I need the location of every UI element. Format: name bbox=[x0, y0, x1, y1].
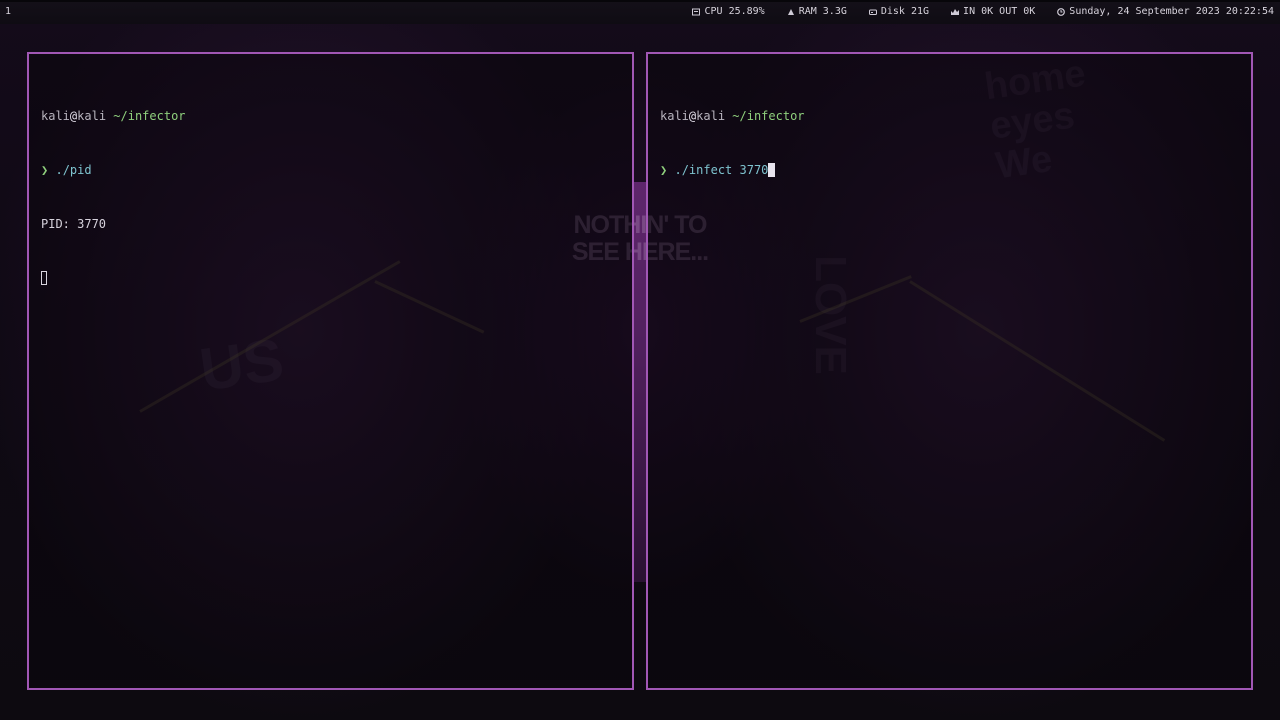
prompt-user: kali bbox=[41, 109, 70, 123]
network-text: IN 0K OUT 0K bbox=[963, 6, 1036, 17]
prompt-host: kali bbox=[77, 109, 107, 123]
command-text: ./pid bbox=[55, 163, 92, 177]
command-argument: 3770 bbox=[739, 163, 769, 177]
clock-widget[interactable]: Sunday, 24 September 2023 20:22:54 bbox=[1057, 0, 1274, 24]
disk-text: Disk 21G bbox=[880, 6, 930, 17]
disk-icon bbox=[868, 8, 877, 16]
clock-icon bbox=[1057, 8, 1066, 16]
output-line: PID: 3770 bbox=[41, 217, 107, 231]
disk-widget[interactable]: Disk 21G bbox=[868, 0, 930, 24]
top-bar: 1 CPU 25.89% RAM 3.3G Disk 21G IN 0K OUT… bbox=[0, 0, 1280, 24]
clock-text: Sunday, 24 September 2023 20:22:54 bbox=[1069, 6, 1274, 17]
command-line: ❯ ./pid bbox=[41, 161, 620, 179]
cpu-icon bbox=[692, 8, 701, 16]
prompt-path: ~/infector bbox=[113, 109, 186, 123]
desktop: US home eyes We LOVE NOTHIN' TO SEE HERE..… bbox=[0, 0, 1280, 720]
ram-widget[interactable]: RAM 3.3G bbox=[787, 0, 847, 24]
network-icon bbox=[951, 8, 960, 16]
prompt-user: kali bbox=[660, 109, 689, 123]
ram-icon bbox=[787, 8, 795, 16]
terminal-right-content: kali@kali ~/infector ❯ ./infect 3770 bbox=[660, 71, 1239, 215]
cursor-line bbox=[41, 269, 620, 287]
prompt-path: ~/infector bbox=[732, 109, 805, 123]
workspace-indicator[interactable]: 1 bbox=[5, 0, 11, 24]
terminal-left-content: kali@kali ~/infector ❯ ./pid PID: 3770 bbox=[41, 71, 620, 323]
terminal-left[interactable]: kali@kali ~/infector ❯ ./pid PID: 3770 bbox=[27, 52, 634, 690]
terminal-cursor bbox=[768, 163, 776, 177]
prompt-chevron: ❯ bbox=[41, 163, 49, 177]
ram-text: RAM 3.3G bbox=[798, 6, 847, 17]
cpu-widget[interactable]: CPU 25.89% bbox=[692, 0, 765, 24]
prompt-chevron: ❯ bbox=[660, 163, 668, 177]
status-area: CPU 25.89% RAM 3.3G Disk 21G IN 0K OUT 0… bbox=[692, 0, 1274, 24]
command-text: ./infect bbox=[674, 163, 733, 177]
prompt-header: kali@kali ~/infector bbox=[660, 107, 1239, 125]
prompt-host: kali bbox=[696, 109, 726, 123]
network-widget[interactable]: IN 0K OUT 0K bbox=[951, 0, 1035, 24]
cpu-text: CPU 25.89% bbox=[704, 6, 765, 17]
terminal-cursor bbox=[41, 271, 47, 285]
terminal-right[interactable]: kali@kali ~/infector ❯ ./infect 3770 bbox=[646, 52, 1253, 690]
command-line: ❯ ./infect 3770 bbox=[660, 161, 1239, 179]
prompt-header: kali@kali ~/infector bbox=[41, 107, 620, 125]
